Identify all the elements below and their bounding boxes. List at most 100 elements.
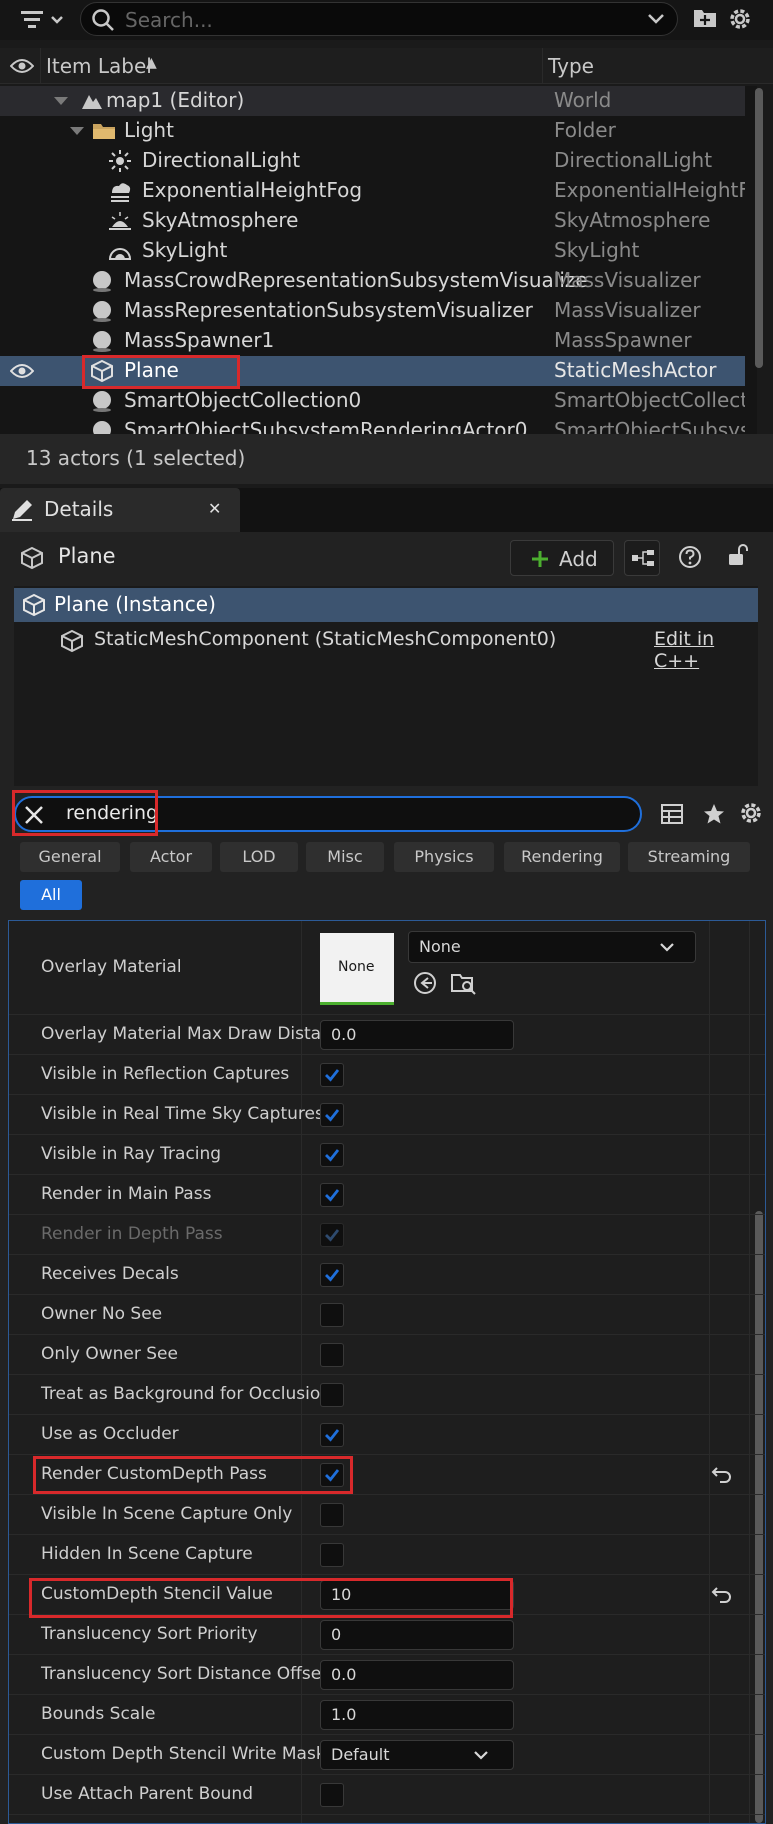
checkbox-unchecked[interactable] bbox=[320, 1783, 344, 1807]
checkbox-unchecked[interactable] bbox=[320, 1343, 344, 1367]
checkbox-checked[interactable] bbox=[320, 1263, 344, 1287]
tree-row-actor[interactable]: SkyAtmosphere SkyAtmosphere bbox=[0, 206, 745, 236]
outliner-search-input[interactable]: Search... bbox=[80, 2, 678, 36]
blueprint-hierarchy-button[interactable] bbox=[624, 540, 660, 576]
property-name: Only Owner See bbox=[41, 1344, 178, 1364]
checkbox-checked[interactable] bbox=[320, 1143, 344, 1167]
tab-close-icon[interactable]: ✕ bbox=[208, 499, 221, 518]
checkbox-unchecked[interactable] bbox=[320, 1383, 344, 1407]
gear-icon[interactable] bbox=[738, 800, 764, 826]
tree-row-label: SkyAtmosphere bbox=[142, 208, 299, 232]
tree-row-actor[interactable]: MassRepresentationSubsystemVisualizer Ma… bbox=[0, 296, 745, 326]
tab-details[interactable]: Details ✕ bbox=[0, 488, 240, 532]
add-folder-icon[interactable] bbox=[692, 6, 718, 30]
edit-in-cpp-link[interactable]: Edit in C++ bbox=[654, 628, 758, 672]
property-name: Custom Depth Stencil Write Mask bbox=[41, 1744, 326, 1764]
highlight-plane-row bbox=[82, 355, 240, 389]
unlock-icon[interactable] bbox=[726, 543, 750, 567]
checkbox-checked[interactable] bbox=[320, 1183, 344, 1207]
fog-icon bbox=[111, 183, 131, 202]
filter-general[interactable]: General bbox=[20, 842, 120, 872]
tree-row-actor[interactable]: SkyLight SkyLight bbox=[0, 236, 745, 266]
static-mesh-icon bbox=[23, 593, 45, 617]
translucency-sort-offset-input[interactable]: 0.0 bbox=[320, 1660, 514, 1690]
tree-row-actor[interactable]: DirectionalLight DirectionalLight bbox=[0, 146, 745, 176]
checkbox-unchecked[interactable] bbox=[320, 1303, 344, 1327]
static-mesh-icon bbox=[21, 546, 43, 570]
component-row-instance[interactable]: Plane (Instance) bbox=[14, 588, 758, 622]
tree-row-folder[interactable]: Light Folder bbox=[0, 116, 745, 146]
tree-row-actor[interactable]: MassSpawner1 MassSpawner bbox=[0, 326, 745, 356]
filter-physics[interactable]: Physics bbox=[394, 842, 494, 872]
bounds-scale-input[interactable]: 1.0 bbox=[320, 1700, 514, 1730]
help-icon[interactable] bbox=[678, 545, 702, 569]
visibility-eye-icon[interactable] bbox=[10, 363, 34, 387]
overlay-max-draw-distance-input[interactable]: 0.0 bbox=[320, 1020, 514, 1050]
browse-asset-icon[interactable] bbox=[451, 971, 477, 995]
chevron-down-icon[interactable] bbox=[647, 12, 665, 26]
tree-row-actor[interactable]: MassCrowdRepresentationSubsystemVisualiz… bbox=[0, 266, 745, 296]
translucency-sort-priority-input[interactable]: 0 bbox=[320, 1620, 514, 1650]
gear-icon[interactable] bbox=[727, 6, 753, 32]
search-placeholder: Search... bbox=[125, 8, 213, 32]
sky-atmosphere-icon bbox=[109, 212, 131, 230]
checkbox-checked[interactable] bbox=[320, 1063, 344, 1087]
filter-lod[interactable]: LOD bbox=[220, 842, 298, 872]
filter-icon[interactable] bbox=[20, 8, 66, 32]
tree-row-label: DirectionalLight bbox=[142, 148, 301, 172]
tree-row-label: map1 (Editor) bbox=[106, 88, 245, 112]
actor-sphere-icon bbox=[93, 391, 111, 412]
column-item-label[interactable]: Item Label bbox=[46, 54, 152, 78]
component-row-static-mesh[interactable]: StaticMeshComponent (StaticMeshComponent… bbox=[14, 624, 758, 672]
select-value: Default bbox=[331, 1745, 390, 1764]
column-type[interactable]: Type bbox=[548, 54, 594, 78]
pencil-icon bbox=[12, 500, 32, 521]
tree-row-type: Folder bbox=[554, 118, 616, 142]
expanded-arrow-icon[interactable] bbox=[52, 89, 76, 113]
reset-to-default-icon[interactable] bbox=[711, 1464, 733, 1486]
property-row: Treat as Background for Occlusion bbox=[9, 1375, 765, 1415]
property-row: Translucency Sort Priority 0 bbox=[9, 1615, 765, 1655]
reset-to-default-icon[interactable] bbox=[711, 1584, 733, 1606]
actor-count-status: 13 actors (1 selected) bbox=[26, 446, 246, 470]
material-select-value: None bbox=[419, 937, 461, 956]
material-select[interactable]: None bbox=[408, 931, 696, 963]
tree-row-label: SmartObjectCollection0 bbox=[124, 388, 362, 412]
component-label: StaticMeshComponent (StaticMeshComponent… bbox=[94, 628, 557, 650]
material-thumbnail[interactable]: None bbox=[320, 933, 394, 1005]
add-component-button[interactable]: Add bbox=[510, 540, 614, 576]
outliner-scrollbar[interactable] bbox=[755, 88, 763, 368]
checkbox-checked[interactable] bbox=[320, 1423, 344, 1447]
filter-streaming[interactable]: Streaming bbox=[628, 842, 750, 872]
tree-row-type: SmartObjectSubsystem bbox=[554, 418, 745, 434]
filter-misc[interactable]: Misc bbox=[306, 842, 384, 872]
tree-row-actor[interactable]: SmartObjectCollection0 SmartObjectCollec… bbox=[0, 386, 745, 416]
property-name: Visible in Ray Tracing bbox=[41, 1144, 222, 1164]
actor-sphere-icon bbox=[93, 421, 111, 434]
tree-row-type: World bbox=[554, 88, 612, 112]
tree-row-world[interactable]: map1 (Editor) World bbox=[0, 86, 745, 116]
checkbox-unchecked[interactable] bbox=[320, 1503, 344, 1527]
highlight-search bbox=[12, 790, 158, 836]
stencil-write-mask-select[interactable]: Default bbox=[320, 1740, 514, 1770]
filter-actor[interactable]: Actor bbox=[130, 842, 212, 872]
filter-all[interactable]: All bbox=[20, 880, 82, 910]
checkmark-icon bbox=[325, 1229, 340, 1242]
property-name: Translucency Sort Priority bbox=[41, 1624, 258, 1644]
components-tree: Plane (Instance) StaticMeshComponent (St… bbox=[14, 586, 758, 786]
property-row: Visible in Ray Tracing bbox=[9, 1135, 765, 1175]
expanded-arrow-icon[interactable] bbox=[68, 119, 92, 143]
table-view-icon[interactable] bbox=[660, 802, 684, 826]
plus-icon bbox=[532, 551, 548, 567]
tree-row-type: SmartObjectCollection bbox=[554, 388, 745, 412]
checkbox-unchecked[interactable] bbox=[320, 1543, 344, 1567]
use-selected-asset-icon[interactable] bbox=[413, 971, 437, 995]
checkbox-checked[interactable] bbox=[320, 1103, 344, 1127]
tree-row-actor[interactable]: SmartObjectSubsystemRenderingActor0 Smar… bbox=[0, 416, 745, 434]
filter-rendering[interactable]: Rendering bbox=[504, 842, 620, 872]
checkmark-icon bbox=[325, 1109, 340, 1122]
visibility-eye-icon[interactable] bbox=[10, 58, 34, 74]
checkmark-icon bbox=[325, 1189, 340, 1202]
star-icon[interactable] bbox=[702, 802, 726, 826]
tree-row-actor[interactable]: ExponentialHeightFog ExponentialHeightFo… bbox=[0, 176, 745, 206]
